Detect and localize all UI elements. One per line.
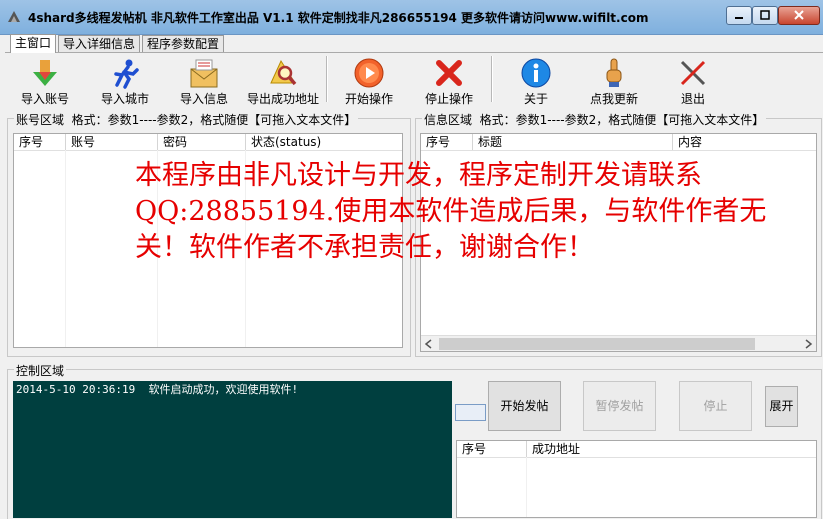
- export-success-button[interactable]: 导出成功地址: [245, 55, 321, 106]
- scroll-left-icon[interactable]: [424, 339, 434, 349]
- red-x-icon: [436, 60, 462, 86]
- column-header-password[interactable]: 密码: [158, 134, 246, 150]
- column-header-account[interactable]: 账号: [66, 134, 158, 150]
- stop-operation-label: 停止操作: [424, 92, 473, 106]
- about-button[interactable]: 关于: [507, 55, 565, 106]
- tab-program-params[interactable]: 程序参数配置: [142, 35, 225, 52]
- exit-icon: [680, 60, 706, 86]
- exit-button[interactable]: 退出: [664, 55, 722, 106]
- envelope-icon: [190, 59, 218, 88]
- column-header-status[interactable]: 状态(status): [246, 134, 402, 150]
- import-cities-label: 导入城市: [100, 92, 149, 106]
- tab-main[interactable]: 主窗口: [10, 34, 57, 53]
- play-icon: [354, 58, 384, 88]
- notice-line-1: 本程序由非凡设计与开发，程序定制开发请联系: [135, 160, 702, 191]
- horizontal-scrollbar[interactable]: [421, 335, 816, 351]
- running-man-icon: [114, 59, 139, 89]
- stop-button[interactable]: 停止: [679, 381, 752, 431]
- stop-operation-button[interactable]: 停止操作: [420, 55, 478, 106]
- info-icon: [521, 58, 551, 88]
- maximize-button[interactable]: [752, 6, 778, 25]
- minimize-button[interactable]: [726, 6, 752, 25]
- success-list[interactable]: 序号 成功地址: [456, 440, 817, 518]
- import-arrow-icon: [33, 60, 57, 86]
- column-header-index[interactable]: 序号: [421, 134, 473, 150]
- update-label: 点我更新: [589, 92, 638, 106]
- import-accounts-button[interactable]: 导入账号: [16, 55, 74, 106]
- column-header-index[interactable]: 序号: [14, 134, 66, 150]
- header-divider: [14, 150, 402, 151]
- import-accounts-label: 导入账号: [20, 92, 69, 106]
- progress-box: [455, 404, 486, 421]
- header-divider: [457, 457, 816, 458]
- info-area-title: 信息区域 格式：参数1----参数2，格式随便【可拖入文本文件】: [422, 111, 767, 128]
- start-operation-button[interactable]: 开始操作: [340, 55, 398, 106]
- column-line: [526, 457, 527, 517]
- toolbar-separator: [491, 56, 493, 102]
- import-info-label: 导入信息: [179, 92, 228, 106]
- import-cities-button[interactable]: 导入城市: [96, 55, 154, 106]
- window-title: 4shard多线程发帖机 非凡软件工作室出品 V1.1 软件定制找非凡28665…: [28, 11, 649, 25]
- header-divider: [421, 150, 816, 151]
- control-area-title: 控制区域: [14, 362, 67, 379]
- export-success-label: 导出成功地址: [246, 92, 319, 106]
- start-operation-label: 开始操作: [344, 92, 393, 106]
- update-button[interactable]: 点我更新: [585, 55, 643, 106]
- column-header-index[interactable]: 序号: [457, 441, 527, 457]
- tab-import-details[interactable]: 导入详细信息: [58, 35, 141, 52]
- scrollbar-thumb[interactable]: [439, 338, 755, 350]
- expand-button[interactable]: 展开: [765, 386, 798, 427]
- log-output[interactable]: 2014-5-10 20:36:19 软件启动成功，欢迎使用软件!: [13, 381, 452, 518]
- exit-label: 退出: [680, 92, 705, 106]
- column-header-success-url[interactable]: 成功地址: [527, 441, 816, 457]
- pause-posting-button[interactable]: 暂停发帖: [583, 381, 656, 431]
- import-info-button[interactable]: 导入信息: [175, 55, 233, 106]
- column-header-title[interactable]: 标题: [473, 134, 673, 150]
- app-icon: [8, 11, 20, 22]
- notice-text: 本程序由非凡设计与开发，程序定制开发请联系 QQ:28855194.使用本软件造…: [135, 158, 815, 266]
- about-label: 关于: [523, 92, 548, 106]
- column-line: [65, 150, 66, 347]
- account-area-title: 账号区域 格式：参数1----参数2，格式随便【可拖入文本文件】: [14, 111, 359, 128]
- scroll-right-icon[interactable]: [803, 339, 813, 349]
- notice-line-2: QQ:28855194.使用本软件造成后果，与软件作者无: [135, 196, 767, 227]
- notice-line-3: 关！软件作者不承担责任，谢谢合作！: [135, 232, 594, 263]
- magnifier-icon: [270, 59, 297, 86]
- minimize-icon: [735, 17, 743, 19]
- close-button[interactable]: [778, 6, 820, 25]
- start-posting-button[interactable]: 开始发帖: [488, 381, 561, 431]
- column-header-content[interactable]: 内容: [673, 134, 816, 150]
- close-icon: [794, 10, 804, 20]
- toolbar-separator: [326, 56, 328, 102]
- maximize-icon: [760, 10, 770, 20]
- pointing-hand-icon: [606, 58, 622, 87]
